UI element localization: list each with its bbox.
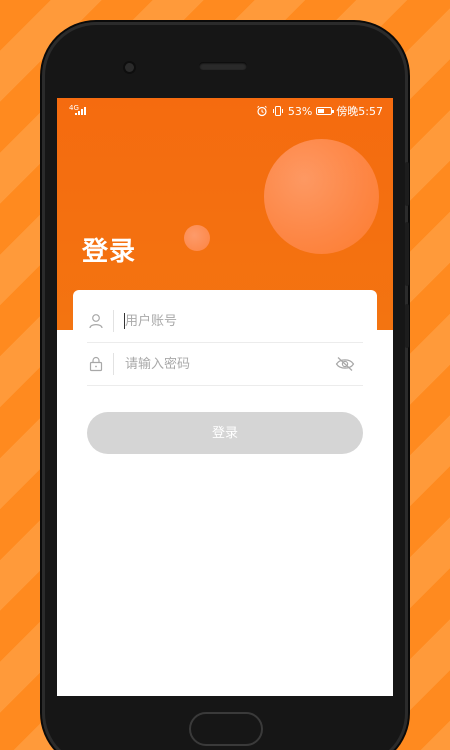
battery-percent: 53% <box>287 104 313 118</box>
decorative-circle-large <box>264 139 379 254</box>
volume-button-2 <box>405 304 409 348</box>
volume-button <box>405 222 409 286</box>
status-right-group: 53% 傍晚5:57 <box>256 103 383 119</box>
account-input[interactable] <box>125 308 325 334</box>
status-time: 傍晚5:57 <box>336 105 383 118</box>
login-card: 登录 <box>73 290 377 696</box>
power-button <box>405 162 409 206</box>
password-input[interactable] <box>125 351 325 377</box>
login-button[interactable]: 登录 <box>87 412 363 454</box>
battery-level-fill <box>318 109 325 113</box>
account-field[interactable] <box>87 300 363 343</box>
account-divider <box>113 310 114 332</box>
eye-off-icon[interactable] <box>335 355 355 373</box>
app-screen: 4G 53% 傍晚5:57 登录 用户账号 登录 <box>57 98 393 696</box>
alarm-icon <box>257 105 267 117</box>
user-icon <box>89 314 103 329</box>
lock-icon <box>89 356 103 372</box>
page-title: 登录 <box>82 237 137 267</box>
vibrate-icon <box>272 106 283 116</box>
status-bar: 4G 53% 傍晚5:57 <box>57 98 393 122</box>
home-button[interactable] <box>189 712 263 746</box>
password-field[interactable] <box>87 343 363 386</box>
decorative-circle-small <box>184 225 210 251</box>
front-camera <box>125 63 134 72</box>
password-divider <box>113 353 114 375</box>
signal-icon <box>75 107 86 115</box>
battery-icon <box>316 107 335 115</box>
earpiece-speaker <box>199 62 247 70</box>
